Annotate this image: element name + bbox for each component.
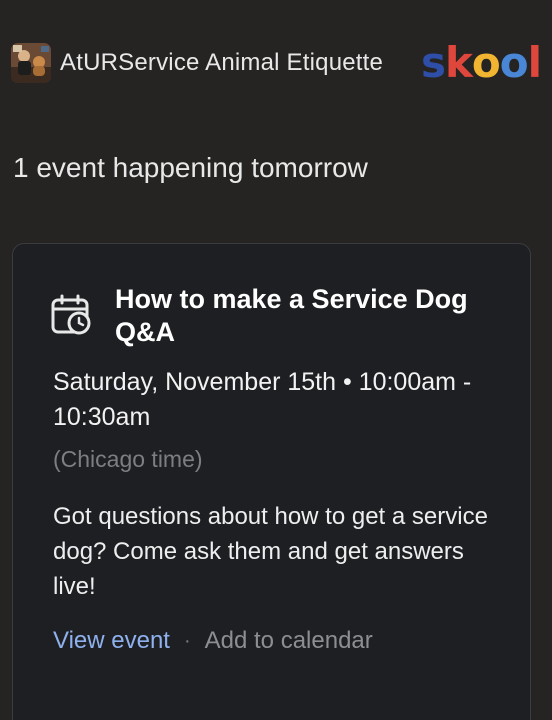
header: AtURService Animal Etiquette skool <box>11 38 542 87</box>
logo-letter: s <box>420 38 446 87</box>
add-to-calendar-link[interactable]: Add to calendar <box>205 627 373 655</box>
event-datetime: Saturday, November 15th • 10:00am - 10:3… <box>53 368 472 431</box>
event-card: How to make a Service Dog Q&A Saturday, … <box>12 243 531 720</box>
page-headline: 1 event happening tomorrow <box>13 152 368 183</box>
view-event-link[interactable]: View event <box>53 627 170 655</box>
separator-dot: · <box>183 629 191 652</box>
event-actions: View event · Add to calendar <box>53 627 373 655</box>
logo-letter: l <box>527 38 542 87</box>
community-photo-icon <box>11 43 51 83</box>
calendar-clock-icon <box>51 294 91 335</box>
community-name[interactable]: AtURService Animal Etiquette <box>60 49 383 77</box>
event-timezone: (Chicago time) <box>53 446 203 472</box>
email-page: AtURService Animal Etiquette skool 1 eve… <box>0 0 552 720</box>
event-description: Got questions about how to get a service… <box>53 503 488 600</box>
community-avatar[interactable] <box>11 43 51 83</box>
skool-logo[interactable]: skool <box>420 38 542 87</box>
logo-letter: o <box>499 38 529 87</box>
event-title[interactable]: How to make a Service Dog Q&A <box>115 283 495 349</box>
logo-letter: k <box>444 38 473 87</box>
logo-letter: o <box>471 38 501 87</box>
